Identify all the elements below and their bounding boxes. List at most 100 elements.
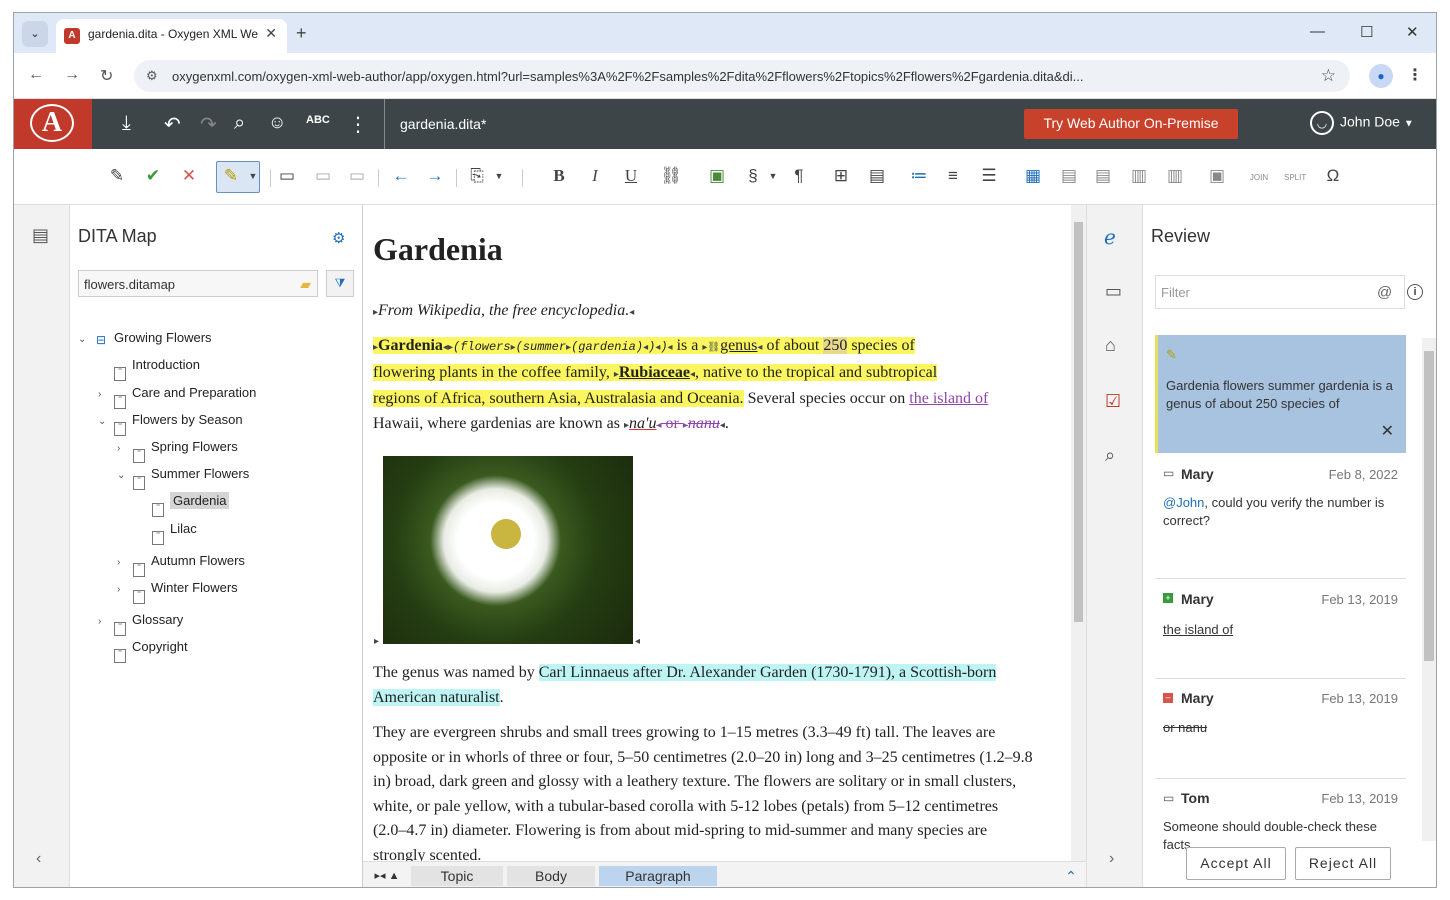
mention-icon[interactable]: @: [1377, 284, 1392, 301]
insert-element-icon[interactable]: ⊞: [830, 166, 852, 186]
review-card-comment-tom[interactable]: ▭ Tom Feb 13, 2019 Someone should double…: [1155, 779, 1406, 849]
bold-icon[interactable]: B: [548, 166, 570, 186]
ordered-list-icon[interactable]: ≡: [942, 166, 964, 186]
tree-item-winter[interactable]: › ≡ Winter Flowers: [117, 578, 238, 604]
dita-map-icon[interactable]: ▤: [32, 225, 49, 246]
italic-icon[interactable]: I: [584, 166, 606, 186]
previous-change-icon[interactable]: ←: [390, 166, 412, 186]
tree-item-copyright[interactable]: ≡ Copyright: [98, 637, 188, 663]
section-icon[interactable]: §: [742, 166, 764, 186]
remove-comment-icon[interactable]: ▭: [346, 166, 368, 186]
map-file-field[interactable]: flowers.ditamap ▰: [78, 270, 318, 297]
editor-scrollbar[interactable]: [1071, 205, 1086, 861]
reload-icon[interactable]: ↻: [100, 66, 113, 86]
tree-item-flowers-by-season[interactable]: ⌄ ≡ Flowers by Season: [98, 410, 243, 436]
info-icon[interactable]: i: [1407, 284, 1423, 300]
edit-comment-icon[interactable]: ▭: [312, 166, 334, 186]
review-card-highlight[interactable]: ✎ Gardenia flowers summer gardenia is a …: [1155, 335, 1406, 453]
delete-row-icon[interactable]: ▤: [1092, 166, 1114, 186]
download-icon[interactable]: ⤓: [122, 112, 131, 135]
reject-all-button[interactable]: Reject All: [1295, 847, 1391, 880]
profile-icon[interactable]: ●: [1369, 64, 1393, 88]
join-cells-icon[interactable]: JOIN: [1248, 173, 1270, 182]
folder-icon[interactable]: ▰: [300, 276, 311, 293]
tab-close-icon[interactable]: ✕: [265, 25, 277, 42]
site-info-icon[interactable]: ⚙: [146, 68, 158, 84]
forward-icon[interactable]: →: [64, 66, 80, 84]
tree-item-summer[interactable]: ⌄ ≡ Summer Flowers: [117, 464, 249, 490]
review-card-deletion[interactable]: – Mary Feb 13, 2019 or nanu: [1155, 679, 1406, 779]
collapse-left-icon[interactable]: ‹: [36, 850, 41, 868]
collaboration-icon[interactable]: ☺: [268, 112, 286, 133]
close-window-icon[interactable]: ✕: [1406, 23, 1419, 41]
special-characters-icon[interactable]: Ω: [1322, 166, 1344, 186]
tags-toggle-icon[interactable]: ▸◂ ▲: [369, 866, 405, 886]
new-tab-icon[interactable]: +: [296, 23, 307, 44]
track-changes-rail-icon[interactable]: ℯ: [1104, 225, 1116, 250]
insert-column-icon[interactable]: ▥: [1128, 166, 1150, 186]
oxygen-logo[interactable]: A: [14, 99, 92, 149]
tree-item-introduction[interactable]: ≡ Introduction: [98, 355, 200, 381]
tree-item-lilac[interactable]: ≡ Lilac: [136, 519, 197, 545]
maximize-icon[interactable]: ☐: [1360, 23, 1373, 41]
breadcrumb-body[interactable]: Body: [507, 866, 595, 886]
tree-item-spring[interactable]: › ≡ Spring Flowers: [117, 437, 238, 463]
undo-icon[interactable]: ↶: [164, 112, 181, 137]
tags-rail-icon[interactable]: ⌂: [1105, 335, 1116, 356]
more-actions-icon[interactable]: ⋮: [348, 112, 368, 137]
back-icon[interactable]: ←: [28, 66, 44, 84]
next-change-icon[interactable]: →: [424, 166, 446, 186]
link-icon[interactable]: ⛓: [660, 166, 682, 186]
user-menu[interactable]: ◡ John Doe ▼: [1310, 111, 1414, 135]
tree-item-growing-flowers[interactable]: ⌄ ⊟ Growing Flowers: [78, 328, 212, 352]
review-scrollbar[interactable]: [1422, 338, 1436, 841]
section-dropdown-icon[interactable]: ▼: [762, 171, 784, 181]
table-properties-icon[interactable]: ▣: [1206, 166, 1228, 186]
tree-item-glossary[interactable]: › ≡ Glossary: [98, 610, 183, 636]
bookmark-star-icon[interactable]: ☆: [1321, 66, 1336, 86]
browser-menu-icon[interactable]: ⋮: [1407, 65, 1423, 85]
browser-tab[interactable]: A gardenia.dita - Oxygen XML We ✕: [56, 19, 287, 53]
collapse-right-icon[interactable]: ›: [1109, 850, 1114, 868]
highlight-icon[interactable]: ✎: [220, 166, 242, 186]
breadcrumb-topic[interactable]: Topic: [411, 866, 503, 886]
tab-search-button[interactable]: ⌄: [22, 21, 48, 47]
highlight-dropdown-icon[interactable]: ▼: [242, 171, 264, 181]
unordered-list-icon[interactable]: ☰: [978, 166, 1000, 186]
track-changes-icon[interactable]: ✎: [106, 166, 128, 186]
insert-row-icon[interactable]: ▤: [1058, 166, 1080, 186]
tree-item-gardenia[interactable]: ≡ Gardenia: [136, 491, 230, 517]
paragraph-icon[interactable]: ¶: [788, 166, 810, 186]
comments-rail-icon[interactable]: ▭: [1105, 281, 1122, 302]
delete-column-icon[interactable]: ▥: [1164, 166, 1186, 186]
split-cell-icon[interactable]: SPLIT: [1284, 173, 1306, 182]
tree-item-autumn[interactable]: › ≡ Autumn Flowers: [117, 551, 245, 577]
spellcheck-icon[interactable]: ABC: [306, 114, 330, 126]
expand-up-icon[interactable]: ⌃: [1063, 866, 1079, 886]
url-field[interactable]: ⚙ oxygenxml.com/oxygen-xml-web-author/ap…: [134, 60, 1350, 92]
minimize-icon[interactable]: —: [1310, 23, 1325, 40]
validation-rail-icon[interactable]: ☑: [1105, 391, 1121, 412]
try-on-premise-button[interactable]: Try Web Author On-Premise: [1024, 109, 1238, 139]
paste-icon[interactable]: ⎘: [466, 166, 488, 186]
gear-icon[interactable]: ⚙: [332, 229, 345, 247]
redo-icon[interactable]: ↷: [200, 112, 217, 137]
review-filter-input[interactable]: Filter: [1155, 275, 1405, 309]
find-rail-icon[interactable]: ⌕: [1105, 445, 1115, 466]
image-icon[interactable]: ▣: [706, 166, 728, 186]
tree-item-care[interactable]: › ≡ Care and Preparation: [98, 383, 256, 409]
accept-change-icon[interactable]: ✔: [142, 166, 164, 186]
gardenia-image[interactable]: [383, 456, 633, 644]
paste-dropdown-icon[interactable]: ▼: [488, 171, 510, 181]
breadcrumb-paragraph[interactable]: Paragraph: [599, 866, 717, 886]
find-icon[interactable]: ⌕: [234, 112, 245, 135]
reject-change-icon[interactable]: ✕: [178, 166, 200, 186]
review-card-comment[interactable]: ▭ Mary Feb 8, 2022 @John, could you veri…: [1155, 453, 1406, 579]
review-card-insertion[interactable]: + Mary Feb 13, 2019 the island of: [1155, 579, 1406, 679]
insert-list-item-icon[interactable]: ≔: [908, 166, 930, 186]
insert-content-icon[interactable]: ▤: [866, 166, 888, 186]
document-editor[interactable]: Gardenia ▸From Wikipedia, the free encyc…: [363, 205, 1071, 861]
add-comment-icon[interactable]: ▭: [276, 166, 298, 186]
filter-icon[interactable]: ⧩: [326, 270, 354, 297]
underline-icon[interactable]: U: [620, 166, 642, 186]
